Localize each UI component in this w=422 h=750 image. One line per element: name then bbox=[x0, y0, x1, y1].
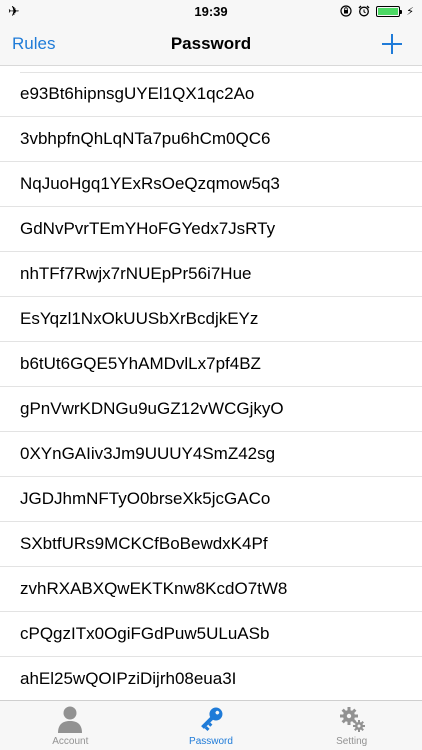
list-divider bbox=[20, 72, 422, 73]
status-bar: ✈ 19:39 ⚡ bbox=[0, 0, 422, 22]
tab-setting[interactable]: Setting bbox=[281, 701, 422, 750]
tab-label: Account bbox=[52, 736, 89, 747]
list-item[interactable]: nhTFf7Rwjx7rNUEpPr56i7Hue bbox=[0, 252, 422, 297]
tab-bar: Account Password Setting bbox=[0, 700, 422, 750]
battery-icon bbox=[376, 5, 403, 17]
list-item[interactable]: 3vbhpfnQhLqNTa7pu6hCm0QC6 bbox=[0, 117, 422, 162]
gears-icon bbox=[339, 707, 365, 732]
list-item[interactable]: JGDJhmNFTyO0brseXk5jcGACo bbox=[0, 477, 422, 522]
password-list[interactable]: e93Bt6hipnsgUYEl1QX1qc2Ao 3vbhpfnQhLqNTa… bbox=[0, 72, 422, 700]
page-title: Password bbox=[170, 33, 252, 53]
plus-icon[interactable] bbox=[378, 30, 406, 58]
tab-label: Password bbox=[189, 736, 233, 747]
tab-label: Setting bbox=[336, 736, 368, 747]
navigation-bar: Rules Password bbox=[0, 22, 422, 66]
list-item[interactable]: NqJuoHgq1YExRsOeQzqmow5q3 bbox=[0, 162, 422, 207]
key-icon bbox=[201, 707, 223, 732]
list-item[interactable]: zvhRXABXQwEKTKnw8KcdO7tW8 bbox=[0, 567, 422, 612]
status-time: 19:39 bbox=[194, 3, 228, 19]
rules-button[interactable]: Rules bbox=[12, 22, 55, 66]
list-item[interactable]: cPQgzITx0OgiFGdPuw5ULuASb bbox=[0, 612, 422, 657]
list-item[interactable]: SXbtfURs9MCKCfBoBewdxK4Pf bbox=[0, 522, 422, 567]
list-item[interactable]: ahEl25wQOIPziDijrh08eua3I bbox=[0, 657, 422, 700]
list-item[interactable]: b6tUt6GQE5YhAMDvlLx7pf4BZ bbox=[0, 342, 422, 387]
tab-account[interactable]: Account bbox=[0, 701, 141, 750]
list-item[interactable]: e93Bt6hipnsgUYEl1QX1qc2Ao bbox=[0, 72, 422, 117]
list-item[interactable]: EsYqzl1NxOkUUSbXrBcdjkEYz bbox=[0, 297, 422, 342]
tab-password[interactable]: Password bbox=[141, 701, 282, 750]
list-item[interactable]: GdNvPvrTEmYHoFGYedx7JsRTy bbox=[0, 207, 422, 252]
list-item[interactable]: 0XYnGAIiv3Jm9UUUY4SmZ42sg bbox=[0, 432, 422, 477]
person-icon bbox=[58, 706, 83, 733]
list-item[interactable]: gPnVwrKDNGu9uGZ12vWCGjkyO bbox=[0, 387, 422, 432]
